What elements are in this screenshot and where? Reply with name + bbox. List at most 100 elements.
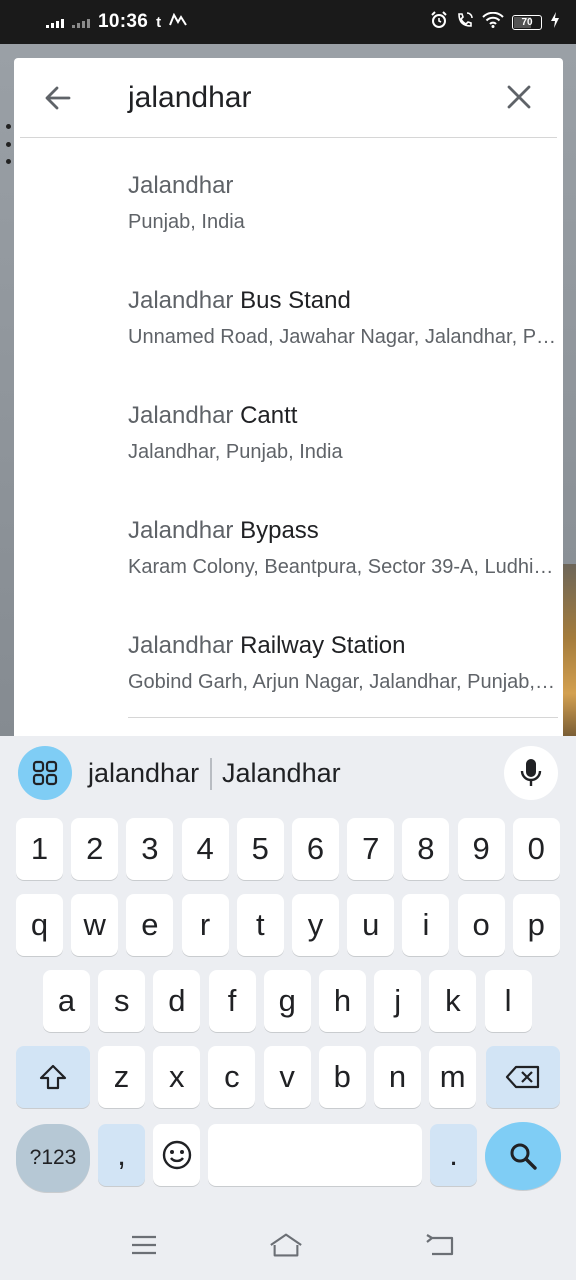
symbols-key[interactable]: ?123 <box>16 1124 90 1192</box>
emoji-icon <box>162 1140 191 1170</box>
result-title: Jalandhar Cantt <box>128 402 298 429</box>
key-0[interactable]: 0 <box>512 818 560 880</box>
home-icon <box>270 1233 302 1257</box>
key-u[interactable]: u <box>347 894 395 956</box>
shift-icon <box>39 1064 67 1090</box>
period-key[interactable]: . <box>430 1124 477 1186</box>
home-button[interactable] <box>268 1230 304 1260</box>
signal-icon <box>72 16 90 28</box>
result-address: Karam Colony, Beantpura, Sector 39-A, Lu… <box>128 556 558 578</box>
key-6[interactable]: 6 <box>292 818 339 880</box>
backspace-key[interactable] <box>486 1046 560 1108</box>
back-nav-button[interactable] <box>422 1230 458 1260</box>
key-p[interactable]: p <box>512 894 560 956</box>
result-item[interactable]: Jalandhar Cantt Jalandhar, Punjab, India <box>14 398 563 508</box>
key-c[interactable]: c <box>208 1046 256 1108</box>
key-a[interactable]: a <box>43 970 90 1032</box>
key-s[interactable]: s <box>98 970 146 1032</box>
key-d[interactable]: d <box>153 970 201 1032</box>
back-button[interactable] <box>42 82 74 114</box>
key-t[interactable]: t <box>236 894 284 956</box>
clock: 10:36 <box>98 11 149 32</box>
result-item[interactable]: Jalandhar Bus Stand Unnamed Road, Jawaha… <box>14 283 563 393</box>
result-title: Jalandhar Bypass <box>128 517 319 544</box>
suggestion-strip: jalandhar Jalandhar <box>0 736 576 810</box>
key-g[interactable]: g <box>263 970 311 1032</box>
carrier-icon: t <box>156 13 162 31</box>
result-item[interactable]: Jalandhar Bypass Karam Colony, Beantpura… <box>14 513 563 623</box>
result-address: Unnamed Road, Jawahar Nagar, Jalandhar, … <box>128 326 558 348</box>
key-9[interactable]: 9 <box>457 818 505 880</box>
key-r[interactable]: r <box>181 894 229 956</box>
key-3[interactable]: 3 <box>126 818 174 880</box>
shift-key[interactable] <box>16 1046 90 1108</box>
alarm-icon <box>430 10 448 34</box>
backspace-icon <box>505 1065 540 1089</box>
map-imagery <box>562 564 576 749</box>
divider <box>128 717 558 718</box>
key-k[interactable]: k <box>429 970 477 1032</box>
key-v[interactable]: v <box>263 1046 311 1108</box>
menu-icon <box>132 1235 156 1255</box>
key-1[interactable]: 1 <box>16 818 63 880</box>
divider <box>20 137 557 138</box>
key-i[interactable]: i <box>402 894 450 956</box>
search-icon <box>510 1143 537 1170</box>
charging-icon <box>550 11 560 33</box>
result-address: Jalandhar, Punjab, India <box>128 441 343 463</box>
key-x[interactable]: x <box>153 1046 201 1108</box>
result-address: Gobind Garh, Arjun Nagar, Jalandhar, Pun… <box>128 671 558 693</box>
back-icon <box>426 1234 454 1256</box>
emoji-key[interactable] <box>153 1124 200 1186</box>
result-title: Jalandhar Railway Station <box>128 632 406 659</box>
voice-input-button[interactable] <box>504 746 558 800</box>
key-h[interactable]: h <box>319 970 366 1032</box>
suggestion-item[interactable]: jalandhar <box>88 756 199 790</box>
key-8[interactable]: 8 <box>402 818 450 880</box>
suggestion-item[interactable]: Jalandhar <box>222 756 341 790</box>
key-7[interactable]: 7 <box>347 818 395 880</box>
search-input[interactable]: jalandhar <box>128 78 251 118</box>
search-bar: jalandhar <box>14 58 563 138</box>
notification-icon <box>169 12 187 32</box>
key-m[interactable]: m <box>429 1046 477 1108</box>
key-e[interactable]: e <box>126 894 174 956</box>
result-title: Jalandhar <box>128 172 234 199</box>
key-z[interactable]: z <box>98 1046 145 1108</box>
key-b[interactable]: b <box>318 1046 366 1108</box>
arrow-back-icon <box>45 86 71 110</box>
more-options-icon[interactable] <box>6 124 12 164</box>
result-item[interactable]: Jalandhar Punjab, India <box>14 168 563 278</box>
result-item[interactable]: Jalandhar Railway Station Gobind Garh, A… <box>14 628 563 738</box>
space-key[interactable] <box>208 1124 422 1186</box>
suggestion-divider <box>210 758 212 790</box>
status-bar: 10:36 t 70 <box>0 0 576 44</box>
signal-icon <box>46 16 64 28</box>
wifi-call-icon <box>456 11 474 34</box>
key-o[interactable]: o <box>457 894 505 956</box>
navigation-bar <box>0 1212 576 1280</box>
key-y[interactable]: y <box>292 894 339 956</box>
key-4[interactable]: 4 <box>181 818 229 880</box>
recent-apps-button[interactable] <box>126 1230 162 1260</box>
key-f[interactable]: f <box>208 970 256 1032</box>
key-w[interactable]: w <box>71 894 119 956</box>
clear-search-button[interactable] <box>504 82 534 112</box>
comma-key[interactable]: , <box>98 1124 145 1186</box>
battery-icon: 70 <box>512 14 542 30</box>
key-n[interactable]: n <box>374 1046 421 1108</box>
key-5[interactable]: 5 <box>236 818 284 880</box>
search-panel: jalandhar Jalandhar Punjab, India Jaland… <box>14 58 563 748</box>
keyboard-apps-button[interactable] <box>18 746 72 800</box>
key-2[interactable]: 2 <box>71 818 119 880</box>
keyboard: jalandhar Jalandhar 1234567890 qwertyuiop… <box>0 736 576 1280</box>
search-key[interactable] <box>485 1122 561 1190</box>
key-j[interactable]: j <box>374 970 422 1032</box>
result-title: Jalandhar Bus Stand <box>128 287 351 314</box>
key-q[interactable]: q <box>16 894 63 956</box>
microphone-icon <box>520 759 542 786</box>
grid-icon <box>32 760 58 786</box>
close-icon <box>507 85 531 109</box>
result-address: Punjab, India <box>128 211 245 233</box>
key-l[interactable]: l <box>484 970 532 1032</box>
